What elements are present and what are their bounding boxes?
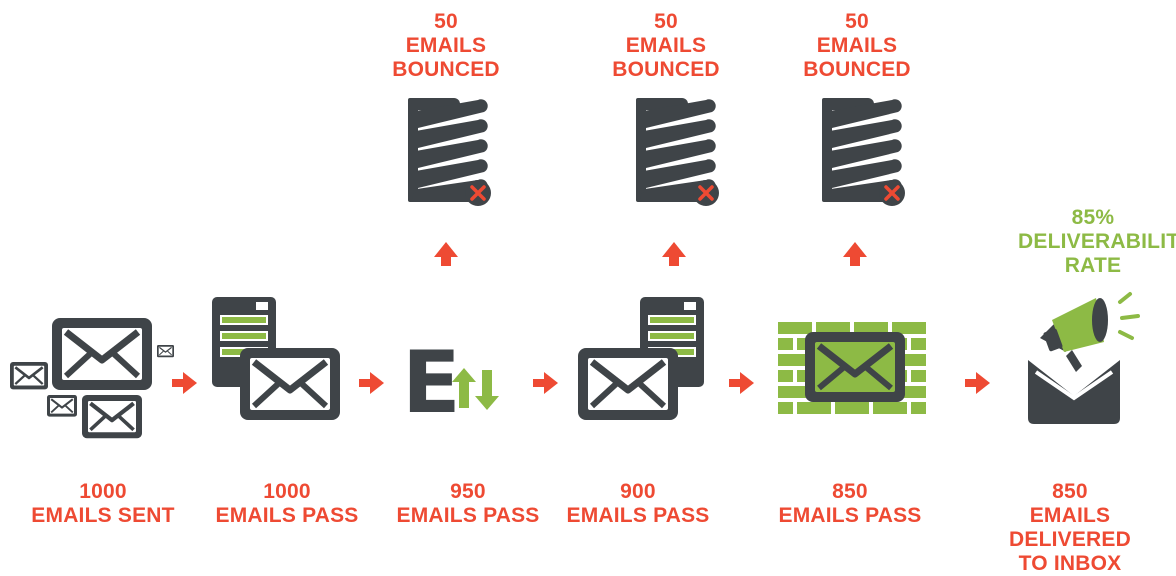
stage-count: 1000 xyxy=(263,480,311,503)
right-arrow-icon-3 xyxy=(533,372,558,394)
bounce-label-1: 50 EMAILS BOUNCED xyxy=(386,10,506,82)
bounce-line1: EMAILS xyxy=(405,34,487,57)
bounce-line2: BOUNCED xyxy=(612,58,720,81)
stage-text: EMAILS DELIVERED xyxy=(1009,504,1131,551)
bounce-count: 50 xyxy=(434,10,458,33)
exchange-letter-e: E xyxy=(402,333,461,433)
bounce-line2: BOUNCED xyxy=(392,58,500,81)
stage-count: 850 xyxy=(832,480,868,503)
right-arrow-icon-2 xyxy=(359,372,384,394)
envelope-server-icon xyxy=(578,297,704,420)
right-arrow-icon-4 xyxy=(729,372,754,394)
up-arrow-icon-2 xyxy=(662,242,686,266)
bounce-label-3: 50 EMAILS BOUNCED xyxy=(797,10,917,82)
bounce-line1: EMAILS xyxy=(816,34,898,57)
stage-label-4: 900 EMAILS PASS xyxy=(563,480,713,528)
stage-text-2: TO INBOX xyxy=(1018,552,1122,575)
up-arrow-icon-3 xyxy=(843,242,867,266)
stage-text: EMAILS PASS xyxy=(778,504,922,527)
stage-label-6: 850 EMAILS DELIVERED TO INBOX xyxy=(970,480,1170,576)
inbox-megaphone-icon xyxy=(1028,292,1140,424)
bounce-line2: BOUNCED xyxy=(803,58,911,81)
stage-text: EMAILS SENT xyxy=(31,504,175,527)
up-arrow-icon-1 xyxy=(434,242,458,266)
stage-label-3: 950 EMAILS PASS xyxy=(393,480,543,528)
bounce-label-2: 50 EMAILS BOUNCED xyxy=(606,10,726,82)
stage-count: 1000 xyxy=(79,480,127,503)
stage-count: 900 xyxy=(620,480,656,503)
right-arrow-icon-1 xyxy=(172,372,197,394)
stage-count: 950 xyxy=(450,480,486,503)
stage-label-5: 850 EMAILS PASS xyxy=(775,480,925,528)
deliverability-rate-label: 85% DELIVERABILITY RATE xyxy=(1018,206,1176,278)
flow-diagram-graphics xyxy=(8,96,1140,552)
bounce-line1: EMAILS xyxy=(625,34,707,57)
bounce-count: 50 xyxy=(654,10,678,33)
rate-line1: DELIVERABILITY xyxy=(1018,230,1176,253)
stage-label-1: 1000 EMAILS SENT xyxy=(28,480,178,528)
bounce-spring-icon-2 xyxy=(634,96,721,208)
bounce-count: 50 xyxy=(845,10,869,33)
stage-label-2: 1000 EMAILS PASS xyxy=(212,480,362,528)
rate-percent: 85% xyxy=(1071,206,1115,229)
firewall-envelope-icon xyxy=(778,322,926,414)
stage-count: 850 xyxy=(1052,480,1088,503)
stage-text: EMAILS PASS xyxy=(215,504,359,527)
right-arrow-icon-5 xyxy=(965,372,990,394)
stage-text: EMAILS PASS xyxy=(396,504,540,527)
stage-text: EMAILS PASS xyxy=(566,504,710,527)
bounce-spring-icon-3 xyxy=(820,96,907,208)
emails-sent-icon xyxy=(8,318,175,438)
server-envelope-icon xyxy=(212,297,340,420)
bounce-spring-icon-1 xyxy=(406,96,493,208)
rate-line2: RATE xyxy=(1064,254,1122,277)
